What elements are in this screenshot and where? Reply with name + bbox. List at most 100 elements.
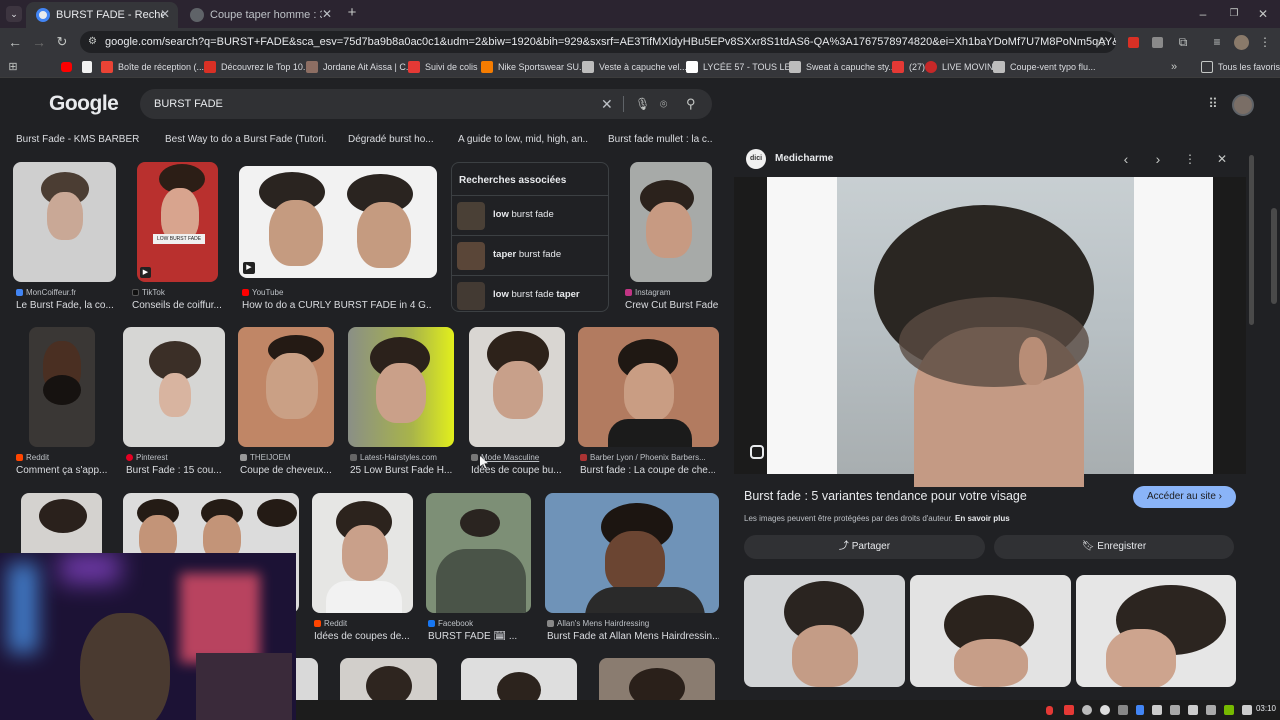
- tab-coupe-taper[interactable]: Coupe taper homme : 3 styles t ✕: [180, 2, 340, 28]
- bookmark-item[interactable]: LYCÉE 57 - TOUS LE...: [686, 60, 798, 74]
- tray-icon[interactable]: [1082, 705, 1092, 715]
- related-search-item[interactable]: low burst fade taper: [452, 275, 608, 315]
- google-apps-icon[interactable]: ⠿: [1206, 97, 1220, 111]
- extension-red-icon[interactable]: [1128, 37, 1139, 48]
- window-close-icon[interactable]: ✕: [1256, 7, 1270, 21]
- result-caption[interactable]: Burst fade mullet : la c...: [608, 134, 712, 145]
- share-button[interactable]: ⤴ Partager: [744, 535, 985, 559]
- result-source[interactable]: Facebook: [428, 619, 473, 628]
- tab-google-search[interactable]: BURST FADE - Recherche Google ✕: [26, 2, 178, 28]
- image-result-thumbnail[interactable]: [13, 162, 116, 282]
- media-controls-icon[interactable]: ≡: [1210, 35, 1224, 49]
- record-icon[interactable]: [1064, 705, 1074, 715]
- result-source[interactable]: Instagram: [625, 288, 671, 297]
- clock[interactable]: 03:10: [1246, 704, 1276, 713]
- result-caption[interactable]: Burst Fade at Allan Mens Hairdressin...: [547, 631, 719, 642]
- site-name[interactable]: Medicharme: [775, 153, 833, 164]
- result-caption[interactable]: Burst fade : La coupe de che...: [580, 465, 715, 476]
- preview-image[interactable]: [734, 177, 1246, 487]
- search-box[interactable]: BURST FADE ✕ 🎙 ⌾ ⚲: [140, 89, 712, 119]
- image-result-thumbnail[interactable]: [469, 327, 565, 447]
- bluetooth-icon[interactable]: [1136, 705, 1144, 715]
- image-result-thumbnail[interactable]: [29, 327, 95, 447]
- save-button[interactable]: 🔖︎ Enregistrer: [994, 535, 1234, 559]
- site-logo-badge[interactable]: dici: [746, 149, 766, 169]
- image-result-thumbnail[interactable]: [348, 327, 454, 447]
- docs-bookmark-icon[interactable]: [82, 61, 92, 73]
- search-icon[interactable]: ⚲: [686, 89, 696, 119]
- bookmarks-overflow-icon[interactable]: »: [1168, 60, 1180, 74]
- bookmark-item[interactable]: Boîte de réception (...: [101, 60, 204, 74]
- result-caption[interactable]: Conseils de coiffur...: [132, 300, 222, 311]
- result-caption[interactable]: Burst Fade - KMS BARBER: [16, 134, 146, 145]
- image-result-thumbnail[interactable]: [545, 493, 719, 613]
- tab-search-button[interactable]: ⌄: [6, 6, 22, 22]
- all-bookmarks-folder[interactable]: Tous les favoris: [1201, 60, 1280, 74]
- result-caption[interactable]: BURST FADE 🗓 ...: [428, 631, 528, 642]
- image-result-thumbnail[interactable]: ▶: [239, 166, 437, 278]
- learn-more-link[interactable]: En savoir plus: [955, 514, 1010, 523]
- visit-site-button[interactable]: Accéder au site ›: [1133, 486, 1236, 508]
- tray-icon[interactable]: [1188, 705, 1198, 715]
- bookmark-item[interactable]: Nike Sportswear SU...: [481, 60, 587, 74]
- address-bar[interactable]: ⚙ google.com/search?q=BURST+FADE&sca_esv…: [80, 31, 1116, 53]
- related-image-thumbnail[interactable]: [910, 575, 1071, 687]
- image-result-thumbnail[interactable]: [461, 658, 577, 700]
- site-info-icon[interactable]: ⚙: [88, 31, 97, 53]
- google-account-avatar[interactable]: [1232, 94, 1254, 116]
- tray-icon[interactable]: [1152, 705, 1162, 715]
- image-result-thumbnail[interactable]: LOW BURST FADE ▶: [137, 162, 218, 282]
- result-source[interactable]: YouTube: [242, 288, 283, 297]
- image-result-thumbnail[interactable]: [599, 658, 715, 700]
- next-image-icon[interactable]: ›: [1151, 152, 1165, 166]
- result-caption[interactable]: A guide to low, mid, high, an...: [458, 134, 588, 145]
- result-source[interactable]: Pinterest: [126, 453, 168, 462]
- result-source[interactable]: Barber Lyon / Phoenix Barbers...: [580, 453, 706, 462]
- image-result-thumbnail[interactable]: [238, 327, 334, 447]
- result-caption[interactable]: Coupe de cheveux...: [240, 465, 336, 476]
- bookmark-item[interactable]: Découvrez le Top 10...: [204, 60, 310, 74]
- minimize-icon[interactable]: –: [1196, 7, 1210, 21]
- reload-icon[interactable]: ↻: [55, 35, 69, 49]
- more-options-icon[interactable]: ⋮: [1183, 152, 1197, 166]
- clear-search-icon[interactable]: ✕: [601, 89, 613, 119]
- result-source[interactable]: Reddit: [314, 619, 347, 628]
- result-caption[interactable]: Dégradé burst ho...: [348, 134, 438, 145]
- related-search-item[interactable]: low burst fade: [452, 195, 608, 235]
- result-source[interactable]: Reddit: [16, 453, 49, 462]
- apps-grid-icon[interactable]: ⊞: [6, 60, 20, 74]
- preview-title[interactable]: Burst fade : 5 variantes tendance pour v…: [744, 489, 1027, 503]
- image-result-thumbnail[interactable]: [578, 327, 719, 447]
- related-image-thumbnail[interactable]: [1076, 575, 1236, 687]
- back-icon[interactable]: ←: [8, 35, 22, 49]
- image-result-thumbnail[interactable]: [630, 162, 712, 282]
- result-source[interactable]: MonCoiffeur.fr: [16, 288, 76, 297]
- result-source[interactable]: TikTok: [132, 288, 165, 297]
- mic-icon[interactable]: [1046, 706, 1053, 715]
- bookmark-item[interactable]: LIVE MOVIN...: [925, 60, 1001, 74]
- restore-icon[interactable]: ❐: [1227, 7, 1241, 21]
- tray-icon[interactable]: [1100, 705, 1110, 715]
- result-caption[interactable]: Crew Cut Burst Fade: [625, 300, 720, 311]
- tray-icon[interactable]: [1206, 705, 1216, 715]
- result-caption[interactable]: Le Burst Fade, la co...: [16, 300, 116, 311]
- tray-icon[interactable]: [1118, 705, 1128, 715]
- bookmark-item[interactable]: Suivi de colis: [408, 60, 478, 74]
- page-scrollbar[interactable]: [1271, 208, 1277, 304]
- image-result-thumbnail[interactable]: [312, 493, 413, 613]
- result-caption[interactable]: Best Way to do a Burst Fade (Tutori...: [165, 134, 327, 145]
- bookmark-item[interactable]: (27): [892, 60, 925, 74]
- bookmark-star-icon[interactable]: ☆: [1094, 35, 1108, 49]
- profile-avatar[interactable]: [1234, 35, 1249, 50]
- result-caption[interactable]: Comment ça s'app...: [16, 465, 110, 476]
- image-result-thumbnail[interactable]: [340, 658, 437, 700]
- lens-search-icon[interactable]: ⌾: [660, 89, 667, 119]
- browser-menu-icon[interactable]: ⋮: [1258, 35, 1272, 49]
- voice-search-icon[interactable]: 🎙: [635, 89, 650, 119]
- youtube-bookmark-icon[interactable]: [61, 62, 72, 72]
- image-result-thumbnail[interactable]: [426, 493, 531, 613]
- bookmark-item[interactable]: Jordane Ait Aissa | C...: [306, 60, 413, 74]
- extensions-puzzle-icon[interactable]: ⧉: [1176, 35, 1190, 49]
- result-caption[interactable]: Burst Fade : 15 cou...: [126, 465, 222, 476]
- result-caption[interactable]: How to do a CURLY BURST FADE in 4 G...: [242, 300, 432, 311]
